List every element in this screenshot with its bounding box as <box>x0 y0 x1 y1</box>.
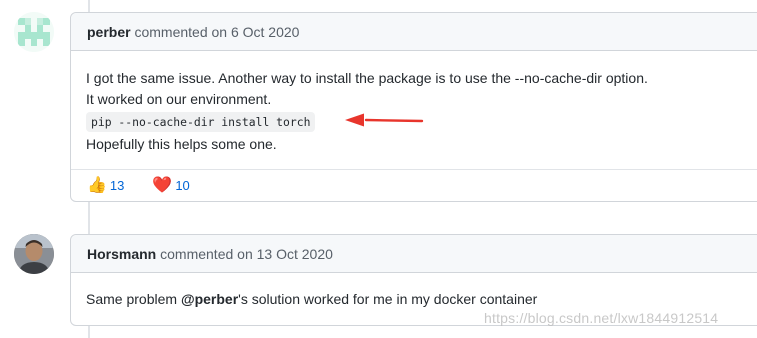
heart-icon: ❤️ <box>152 176 173 194</box>
comment-text-line: It worked on our environment. <box>86 91 272 107</box>
avatar-perber[interactable] <box>14 12 54 52</box>
comment-author[interactable]: perber <box>87 24 131 40</box>
identicon-icon <box>14 12 54 52</box>
comment-timestamp[interactable]: commented on 6 Oct 2020 <box>134 24 299 40</box>
comment-timestamp[interactable]: commented on 13 Oct 2020 <box>160 246 333 262</box>
comment-text-line: Hopefully this helps some one. <box>86 136 277 152</box>
comment-text: Same problem <box>86 291 181 307</box>
reactions-bar: 👍 13 ❤️ 10 <box>71 169 757 201</box>
reaction-thumbs-up[interactable]: 👍 13 <box>87 176 125 194</box>
comment-text-line: I got the same issue. Another way to ins… <box>86 70 648 86</box>
user-photo-icon <box>14 234 54 274</box>
comment-author[interactable]: Horsmann <box>87 246 156 262</box>
comment-text: 's solution worked for me in my docker c… <box>238 291 538 307</box>
inline-code: pip --no-cache-dir install torch <box>86 112 316 132</box>
comment-body: I got the same issue. Another way to ins… <box>71 51 757 155</box>
reaction-heart[interactable]: ❤️ 10 <box>152 176 190 194</box>
reaction-count: 13 <box>109 178 125 193</box>
reaction-count: 10 <box>175 178 190 193</box>
avatar-horsmann[interactable] <box>14 234 54 274</box>
comment-perber: perber commented on 6 Oct 2020 I got the… <box>70 12 757 202</box>
red-arrow-icon <box>345 113 424 127</box>
comment-header: perber commented on 6 Oct 2020 <box>71 13 757 51</box>
thumbs-up-icon: 👍 <box>87 176 107 194</box>
user-mention-link[interactable]: @perber <box>181 291 238 307</box>
comment-header: Horsmann commented on 13 Oct 2020 <box>71 235 757 273</box>
comment-body: Same problem @perber's solution worked f… <box>71 273 757 310</box>
watermark: https://blog.csdn.net/lxw1844912514 <box>484 310 719 326</box>
